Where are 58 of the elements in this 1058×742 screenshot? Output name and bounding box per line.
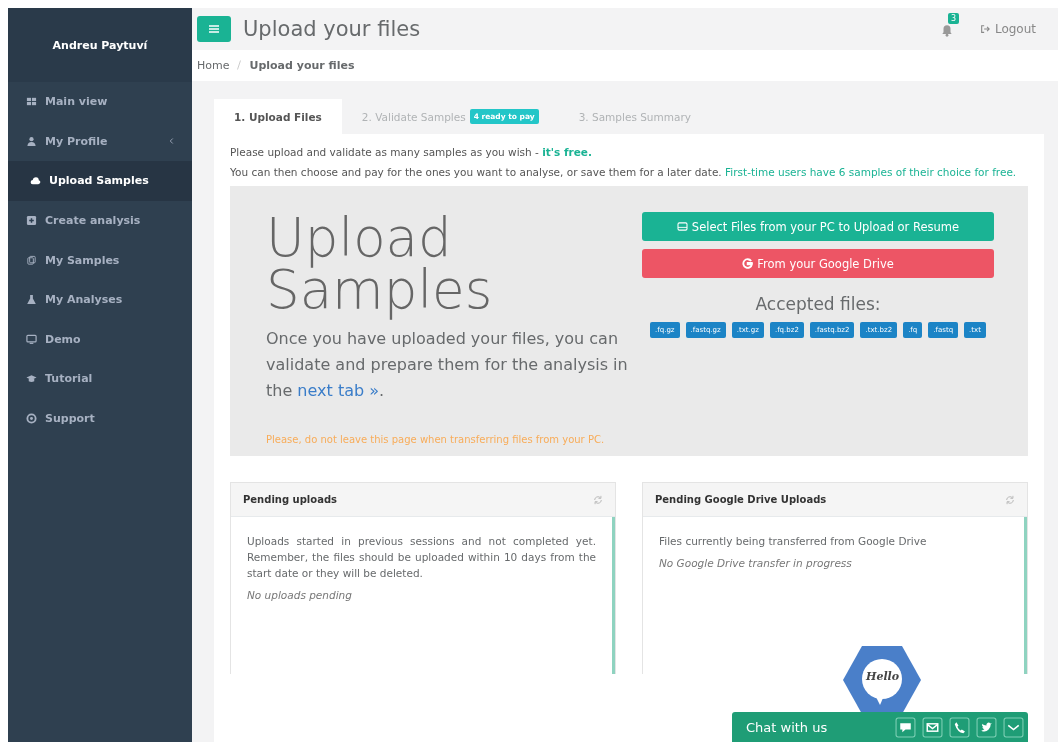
menu-item-icon (26, 333, 37, 345)
page-title: Upload your files (243, 16, 421, 41)
upload-description: Once you have uploaded your files, you can validate and prepare them for the analysis in the next tab ». (266, 328, 629, 402)
accepted-files-title: Accepted files: (754, 294, 882, 314)
menu-button[interactable] (197, 15, 231, 42)
notification-badge: 3 (947, 12, 959, 24)
sidebar-item[interactable]: Tutorial (8, 359, 192, 399)
tab-label: 3. Samples Summary (578, 110, 691, 123)
sidebar-item[interactable]: Main view (8, 82, 192, 122)
chat-bar[interactable]: Chat with us (732, 712, 1028, 742)
breadcrumb-link[interactable]: Home (197, 58, 230, 72)
tab-label: 1. Upload Files (234, 110, 322, 123)
menu-item-icon (26, 96, 37, 108)
twitter-icon[interactable] (976, 716, 997, 738)
intro-text: You can then choose and pay for the ones you want to analyse, or save them for a later date. First-time users have 6 samples of their choice for free. (230, 166, 1018, 178)
chat-label: Chat with us (746, 719, 829, 735)
sidebar-item[interactable]: Upload Samples (8, 161, 192, 201)
warning-text: Please, do not leave this page when transferring files from your PC. (266, 434, 606, 445)
refresh-icon[interactable] (1005, 494, 1015, 505)
next-tab-link[interactable]: next tab » (297, 381, 379, 400)
panel-title: Pending Google Drive Uploads (655, 494, 827, 505)
menu-item-icon (26, 294, 37, 306)
sidebar-item[interactable]: Support (8, 398, 192, 439)
logout-link[interactable]: Logout (979, 21, 1036, 36)
sidebar-item[interactable]: My Analyses (8, 279, 192, 320)
menu-item-icon (30, 175, 41, 187)
chat-icon[interactable] (895, 716, 916, 738)
user-name: Andreu Paytuví (8, 8, 192, 82)
select-files-button[interactable]: Select Files from your PC to Upload or Resume (642, 212, 994, 241)
chat-badge[interactable]: Hello (842, 645, 922, 715)
mail-icon[interactable] (922, 716, 943, 738)
menu-item-icon (26, 254, 37, 266)
google-drive-button[interactable]: From your Google Drive (642, 249, 994, 278)
breadcrumb-separator-icon (237, 60, 242, 71)
panel-description: Uploads started in previous sessions and not completed yet. Remember, the files should be uploaded within 10 days from the start date or they will be deleted. (247, 534, 596, 581)
sidebar-item[interactable]: My Profile (8, 121, 192, 162)
tab-label: 2. Validate Samples (361, 110, 466, 123)
intro-text: Please upload and validate as many samples as you wish - it's free. (230, 146, 593, 158)
sidebar-item[interactable]: Demo (8, 319, 192, 360)
panel-title: Pending uploads (243, 494, 337, 505)
panel-status: No Google Drive transfer in progress (659, 557, 853, 569)
phone-icon[interactable] (949, 716, 970, 738)
menu-item-icon (26, 413, 37, 425)
google-icon (742, 258, 754, 269)
menu-icon (209, 24, 219, 33)
breadcrumb-current: Upload your files (249, 58, 355, 72)
menu-item-icon (26, 215, 37, 227)
sidebar-item[interactable]: Create analysis (8, 200, 192, 241)
tab[interactable]: 1. Upload Files (214, 99, 342, 134)
panel-description: Files currently being transferred from Google Drive (659, 534, 928, 549)
sidebar-item[interactable]: My Samples (8, 240, 192, 280)
menu-item-icon (26, 135, 37, 147)
menu-item-icon (26, 373, 37, 385)
collapse-icon[interactable] (1003, 716, 1024, 738)
logout-icon (979, 23, 990, 34)
drive-icon (676, 222, 688, 231)
panel-status: No uploads pending (247, 589, 353, 601)
refresh-icon[interactable] (593, 494, 603, 505)
